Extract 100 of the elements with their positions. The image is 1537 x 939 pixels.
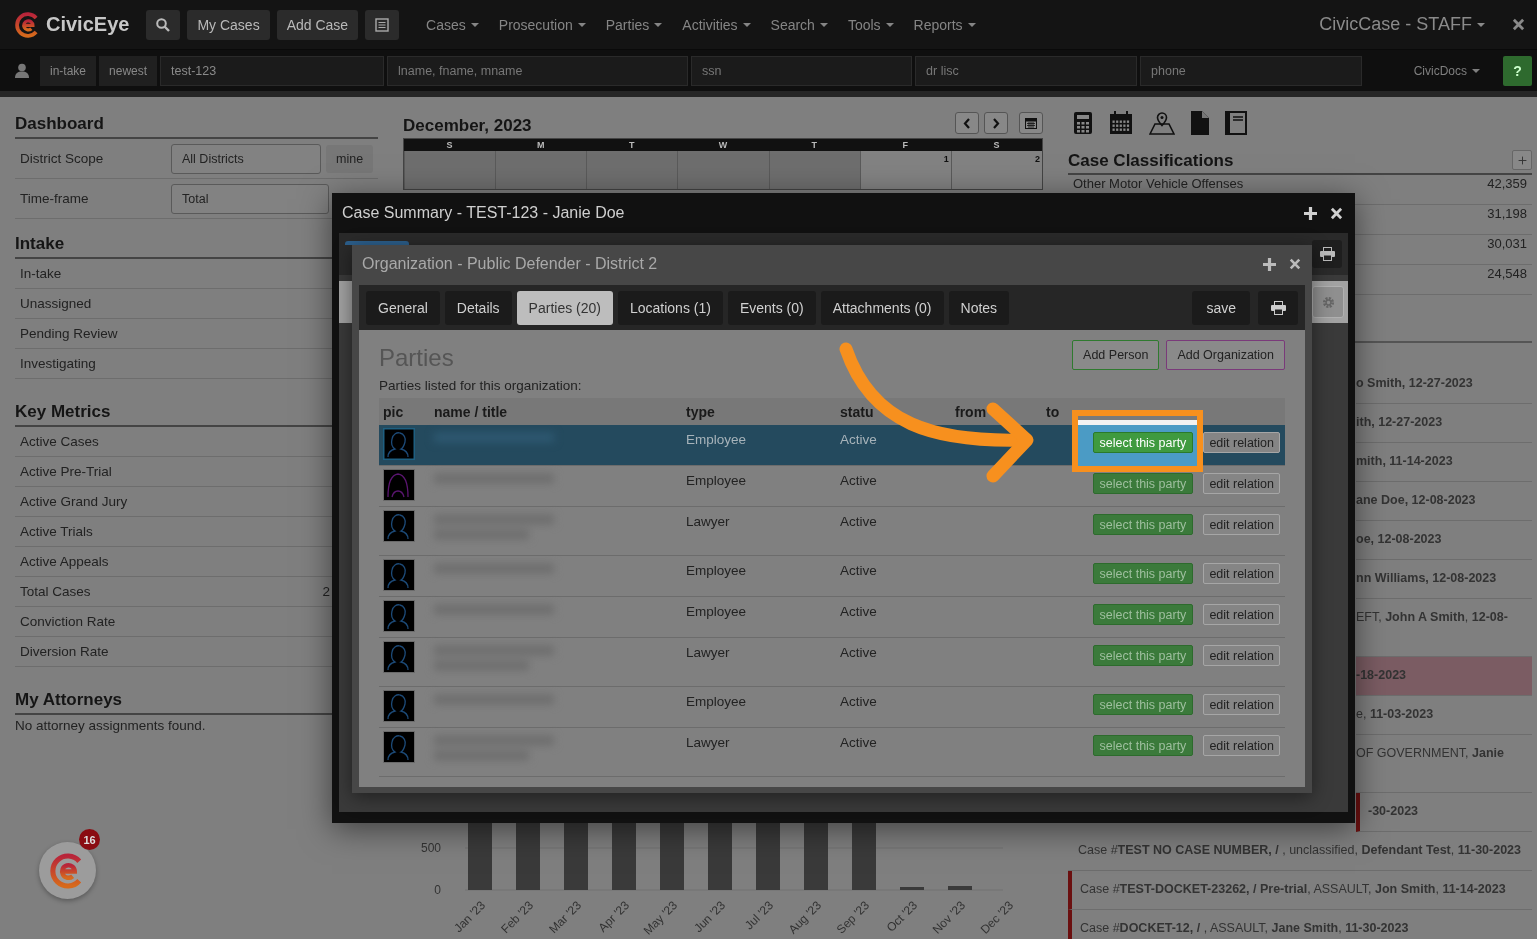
select-button[interactable]: select this party: [1092, 432, 1194, 453]
add-button[interactable]: [1512, 150, 1532, 170]
edit-button[interactable]: edit relation: [1203, 563, 1280, 584]
search-field[interactable]: test-123: [160, 55, 385, 86]
metric-label[interactable]: Total Cases: [20, 584, 91, 599]
select-button[interactable]: select this party: [1092, 735, 1194, 756]
select-field[interactable]: Total: [171, 183, 329, 214]
table-row[interactable]: Employee Active select this party edit relation: [379, 687, 1285, 728]
case-link[interactable]: OF GOVERNMENT, Janie: [1356, 746, 1504, 760]
case-link[interactable]: oe, 12-08-2023: [1356, 532, 1442, 546]
close-icon[interactable]: [1512, 18, 1525, 31]
edit-button[interactable]: edit relation: [1203, 645, 1280, 666]
case-row[interactable]: o Smith, 12-27-2023: [1356, 365, 1532, 404]
map-pin-icon[interactable]: [1149, 111, 1175, 135]
case-row[interactable]: ane Doe, 12-08-2023: [1356, 482, 1532, 521]
case-link[interactable]: e, 11-03-2023: [1356, 707, 1434, 721]
metric-label[interactable]: Active Pre-Trial: [20, 464, 112, 479]
case-row[interactable]: -18-2023: [1356, 657, 1532, 696]
calendar-day[interactable]: 1: [859, 151, 951, 189]
print-button[interactable]: [1312, 240, 1342, 268]
book-icon[interactable]: [1225, 111, 1247, 135]
prev-button[interactable]: [955, 112, 979, 134]
metric-label[interactable]: Pending Review: [20, 326, 118, 341]
classification-name[interactable]: Other Motor Vehicle Offenses: [1073, 176, 1244, 191]
case-row[interactable]: Case #TEST-DOCKET-23262, / Pre-trial, ASSAULT, Jon Smith, 11-14-2023: [1068, 871, 1532, 910]
select-button[interactable]: select this party: [1092, 473, 1194, 494]
tab[interactable]: Notes: [948, 290, 1010, 325]
select-button[interactable]: select this party: [1092, 563, 1194, 584]
docs-menu[interactable]: CivicDocs: [1403, 55, 1490, 86]
case-link[interactable]: o Smith, 12-27-2023: [1356, 376, 1473, 390]
table-row[interactable]: Lawyer Active select this party edit relation: [379, 507, 1285, 556]
metric-label[interactable]: Active Trials: [20, 524, 93, 539]
select-button[interactable]: select this party: [1092, 694, 1194, 715]
list-button[interactable]: [365, 9, 400, 40]
case-row[interactable]: OF GOVERNMENT, Janie: [1356, 735, 1532, 793]
select-field[interactable]: All Districts: [171, 143, 321, 174]
nav-button[interactable]: My Cases: [187, 9, 270, 40]
save-button[interactable]: save: [1192, 290, 1250, 325]
case-row[interactable]: oe, 12-08-2023: [1356, 521, 1532, 560]
search-field[interactable]: lname, fname, mname: [387, 55, 689, 86]
menu-item[interactable]: Activities: [676, 9, 757, 40]
table-row[interactable]: Lawyer Active select this party edit relation: [379, 728, 1285, 777]
tab[interactable]: Locations (1): [617, 290, 723, 325]
edit-button[interactable]: edit relation: [1203, 473, 1280, 494]
menu-item[interactable]: Cases: [420, 9, 485, 40]
chat-button[interactable]: [39, 842, 96, 899]
table-row[interactable]: Employee Active select this party edit relation: [379, 597, 1285, 638]
mine-button[interactable]: mine: [326, 144, 374, 173]
calendar-icon[interactable]: [1109, 111, 1133, 135]
tab[interactable]: General: [366, 290, 440, 325]
calculator-icon[interactable]: [1073, 111, 1093, 135]
search-field[interactable]: dr lisc: [915, 55, 1138, 86]
tab[interactable]: Events (0): [727, 290, 816, 325]
metric-label[interactable]: Conviction Rate: [20, 614, 116, 629]
nav-button[interactable]: Add Case: [276, 9, 359, 40]
tab[interactable]: Parties (20): [516, 290, 613, 325]
edit-button[interactable]: edit relation: [1203, 432, 1280, 453]
case-link[interactable]: mith, 11-14-2023: [1356, 454, 1453, 468]
metric-label[interactable]: Active Appeals: [20, 554, 109, 569]
search-button[interactable]: [146, 9, 181, 40]
table-row[interactable]: Employee Active select this party edit relation: [379, 556, 1285, 597]
case-row[interactable]: mith, 11-14-2023: [1356, 443, 1532, 482]
search-field[interactable]: ssn: [691, 55, 913, 86]
case-row[interactable]: nn Williams, 12-08-2023: [1356, 560, 1532, 599]
edit-button[interactable]: edit relation: [1203, 514, 1280, 535]
calendar-day[interactable]: 2: [950, 151, 1042, 189]
case-link[interactable]: nn Williams, 12-08-2023: [1356, 571, 1497, 585]
case-row[interactable]: Case #DOCKET-12, / , ASSAULT, Jane Smith, 11-30-2023: [1068, 910, 1532, 939]
menu-item[interactable]: Prosecution: [492, 9, 592, 40]
filter-button[interactable]: newest: [99, 55, 158, 86]
tab[interactable]: Details: [444, 290, 512, 325]
metric-label[interactable]: Diversion Rate: [20, 644, 109, 659]
document-icon[interactable]: [1191, 111, 1209, 135]
case-link[interactable]: EFT, John A Smith, 12-08-: [1356, 610, 1508, 624]
user-menu[interactable]: CivicCase - STAFF: [1315, 9, 1489, 40]
help-button[interactable]: ?: [1503, 55, 1532, 86]
menu-item[interactable]: Tools: [841, 9, 900, 40]
calendar-button[interactable]: [1019, 112, 1043, 134]
metric-label[interactable]: Active Grand Jury: [20, 494, 128, 509]
next-button[interactable]: [984, 112, 1008, 134]
metric-label[interactable]: Active Cases: [20, 434, 99, 449]
case-row[interactable]: e, 11-03-2023: [1356, 696, 1532, 735]
case-link[interactable]: -18-2023: [1356, 668, 1407, 682]
search-field[interactable]: phone: [1140, 55, 1363, 86]
metric-label[interactable]: Unassigned: [20, 296, 92, 311]
case-row[interactable]: Case #TEST NO CASE NUMBER, / , unclassified, Defendant Test, 11-30-2023: [1068, 832, 1532, 871]
case-link[interactable]: Case #TEST-DOCKET-23262, / Pre-trial, ASSAULT, Jon Smith, 11-14-2023: [1080, 882, 1506, 896]
select-button[interactable]: select this party: [1092, 645, 1194, 666]
tab[interactable]: Attachments (0): [820, 290, 944, 325]
add-button[interactable]: Add Organization: [1166, 340, 1285, 370]
settings-button[interactable]: [1312, 286, 1344, 318]
menu-item[interactable]: Parties: [599, 9, 669, 40]
edit-button[interactable]: edit relation: [1203, 735, 1280, 756]
metric-label[interactable]: Investigating: [20, 356, 96, 371]
menu-item[interactable]: Search: [764, 9, 834, 40]
case-link[interactable]: ane Doe, 12-08-2023: [1356, 493, 1476, 507]
case-row[interactable]: ith, 12-27-2023: [1356, 404, 1532, 443]
edit-button[interactable]: edit relation: [1203, 604, 1280, 625]
metric-label[interactable]: In-take: [20, 266, 62, 281]
edit-button[interactable]: edit relation: [1203, 694, 1280, 715]
